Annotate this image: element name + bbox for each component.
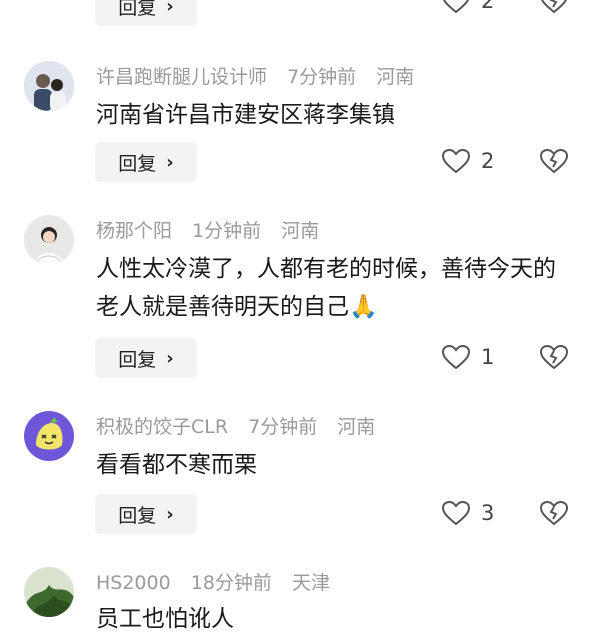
broken-heart-icon <box>539 344 569 370</box>
dislike-button[interactable] <box>539 148 569 178</box>
like-button[interactable]: 2 <box>441 148 494 174</box>
reply-label: 回复 <box>118 152 157 175</box>
comment-meta: 许昌跑断腿儿设计师 7分钟前 河南 <box>96 62 428 89</box>
reply-button[interactable]: 回复 › <box>95 338 197 378</box>
heart-icon <box>441 148 471 174</box>
avatar-cartoon-dumpling-icon <box>24 411 74 461</box>
username[interactable]: 积极的饺子CLR <box>96 416 228 438</box>
reply-label: 回复 <box>118 504 157 527</box>
chevron-right-icon: › <box>166 0 174 17</box>
avatar-photo-plant-icon <box>24 567 74 617</box>
dislike-button[interactable] <box>539 0 569 18</box>
comment-meta: 积极的饺子CLR 7分钟前 河南 <box>96 412 389 439</box>
dislike-button[interactable] <box>539 500 569 530</box>
location: 天津 <box>291 572 330 594</box>
reply-button[interactable]: 回复 › <box>95 142 197 182</box>
reply-button[interactable]: 回复 › <box>95 0 197 26</box>
heart-icon <box>441 344 471 370</box>
location: 河南 <box>281 220 320 242</box>
like-button[interactable]: 2 <box>441 0 494 14</box>
comment-item: 积极的饺子CLR 7分钟前 河南 看看都不寒而栗 回复 › 3 <box>0 408 600 538</box>
timestamp: 18分钟前 <box>190 572 272 594</box>
timestamp: 1分钟前 <box>192 220 262 242</box>
username[interactable]: 许昌跑断腿儿设计师 <box>96 66 267 88</box>
comment-text: 河南省许昌市建安区蒋李集镇 <box>96 102 395 128</box>
reply-button[interactable]: 回复 › <box>95 494 197 534</box>
like-count: 2 <box>481 149 495 173</box>
heart-icon <box>442 0 470 14</box>
reply-label: 回复 <box>118 348 157 371</box>
broken-heart-icon <box>539 148 569 174</box>
chevron-right-icon: › <box>166 151 174 173</box>
like-button[interactable]: 1 <box>441 344 494 370</box>
location: 河南 <box>376 66 415 88</box>
heart-icon <box>441 500 471 526</box>
comment-text: 员工也怕讹人 <box>96 606 234 632</box>
chevron-right-icon: › <box>166 347 174 369</box>
comment-item: 许昌跑断腿儿设计师 7分钟前 河南 河南省许昌市建安区蒋李集镇 回复 › 2 <box>0 58 600 188</box>
comment-item: 杨那个阳 1分钟前 河南 人性太冷漠了，人都有老的时候，善待今天的老人就是善待明… <box>0 212 600 382</box>
like-count: 2 <box>481 0 495 13</box>
reply-label: 回复 <box>118 0 157 19</box>
broken-heart-icon <box>540 0 568 14</box>
like-count: 3 <box>481 501 495 525</box>
comment-meta: HS2000 18分钟前 天津 <box>96 568 344 595</box>
avatar-photo-couple-icon <box>24 61 74 111</box>
location: 河南 <box>337 416 376 438</box>
comment-text: 人性太冷漠了，人都有老的时候，善待今天的老人就是善待明天的自己🙏 <box>96 256 556 320</box>
username[interactable]: 杨那个阳 <box>96 220 172 242</box>
previous-comment-actions: 回复 › 2 <box>0 0 600 28</box>
timestamp: 7分钟前 <box>248 416 318 438</box>
username[interactable]: HS2000 <box>96 572 171 594</box>
avatar[interactable] <box>24 567 74 617</box>
timestamp: 7分钟前 <box>287 66 357 88</box>
chevron-right-icon: › <box>166 503 174 525</box>
comment-meta: 杨那个阳 1分钟前 河南 <box>96 216 333 243</box>
avatar[interactable] <box>24 215 74 265</box>
dislike-button[interactable] <box>539 344 569 374</box>
avatar[interactable] <box>24 61 74 111</box>
comment-text: 看看都不寒而栗 <box>96 452 257 478</box>
comment-item: HS2000 18分钟前 天津 员工也怕讹人 <box>0 564 600 640</box>
avatar[interactable] <box>24 411 74 461</box>
like-count: 1 <box>481 345 495 369</box>
avatar-photo-woman-icon <box>24 215 74 265</box>
like-button[interactable]: 3 <box>441 500 494 526</box>
broken-heart-icon <box>539 500 569 526</box>
